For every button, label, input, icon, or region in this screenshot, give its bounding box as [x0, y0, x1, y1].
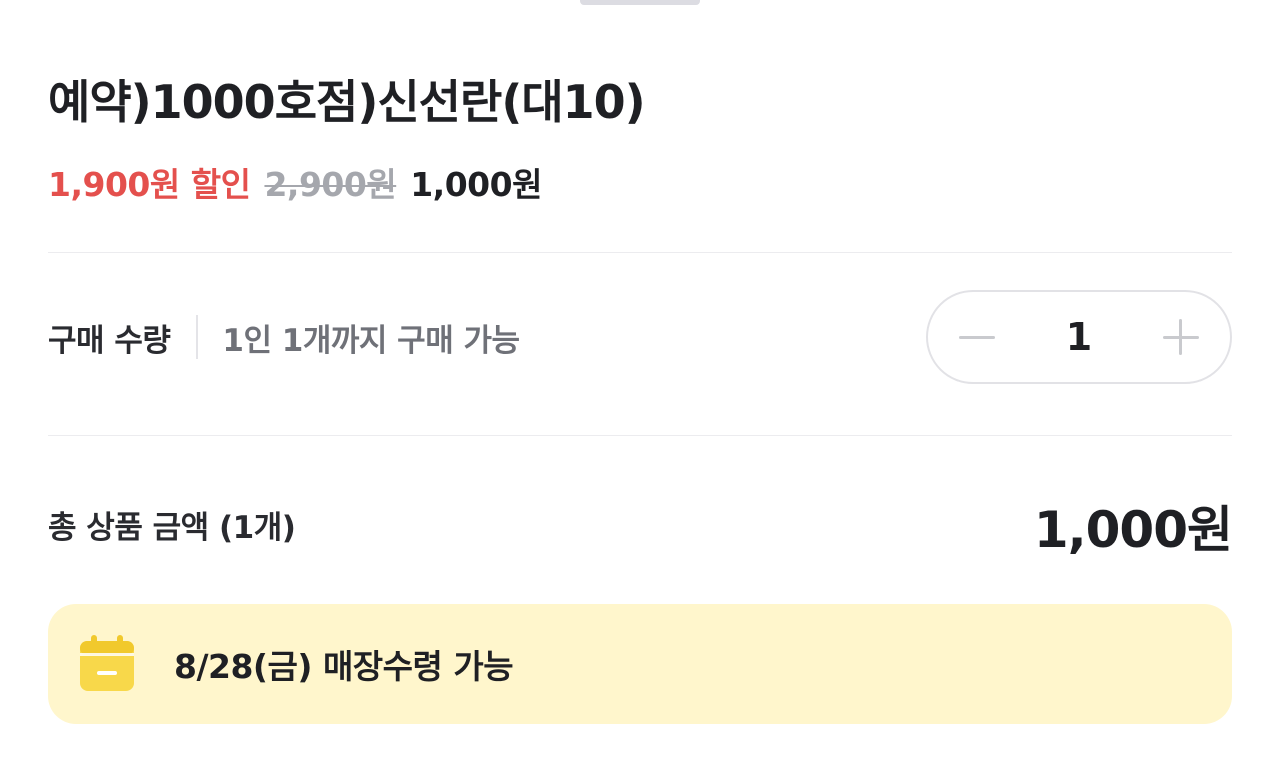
- product-option-sheet: 예약)1000호점)신선란(대10) 1,900원 할인 2,900원 1,00…: [0, 0, 1280, 759]
- quantity-stepper: 1: [926, 290, 1232, 384]
- minus-icon: [959, 336, 995, 339]
- quantity-separator: [196, 315, 199, 359]
- purchase-limit-note: 1인 1개까지 구매 가능: [222, 322, 520, 359]
- divider: [48, 435, 1232, 436]
- calendar-icon: [80, 635, 134, 691]
- decrease-quantity-button[interactable]: [954, 314, 1000, 360]
- sheet-grab-handle[interactable]: [580, 0, 700, 5]
- increase-quantity-button[interactable]: [1158, 314, 1204, 360]
- quantity-value: 1: [1065, 315, 1093, 359]
- original-price: 2,900원: [264, 165, 397, 204]
- product-title: 예약)1000호점)신선란(대10): [48, 75, 646, 129]
- sale-price: 1,000원: [410, 165, 542, 204]
- pickup-date-text: 8/28(금) 매장수령 가능: [174, 647, 514, 686]
- total-price-value: 1,000원: [1033, 501, 1233, 559]
- quantity-label: 구매 수량: [48, 322, 171, 359]
- pickup-availability-banner: 8/28(금) 매장수령 가능: [48, 604, 1232, 724]
- quantity-row: 구매 수량 1인 1개까지 구매 가능: [48, 313, 520, 361]
- price-row: 1,900원 할인 2,900원 1,000원: [48, 158, 542, 206]
- divider: [48, 252, 1232, 253]
- total-price-label: 총 상품 금액 (1개): [48, 510, 296, 546]
- discount-amount: 1,900원 할인: [48, 165, 251, 204]
